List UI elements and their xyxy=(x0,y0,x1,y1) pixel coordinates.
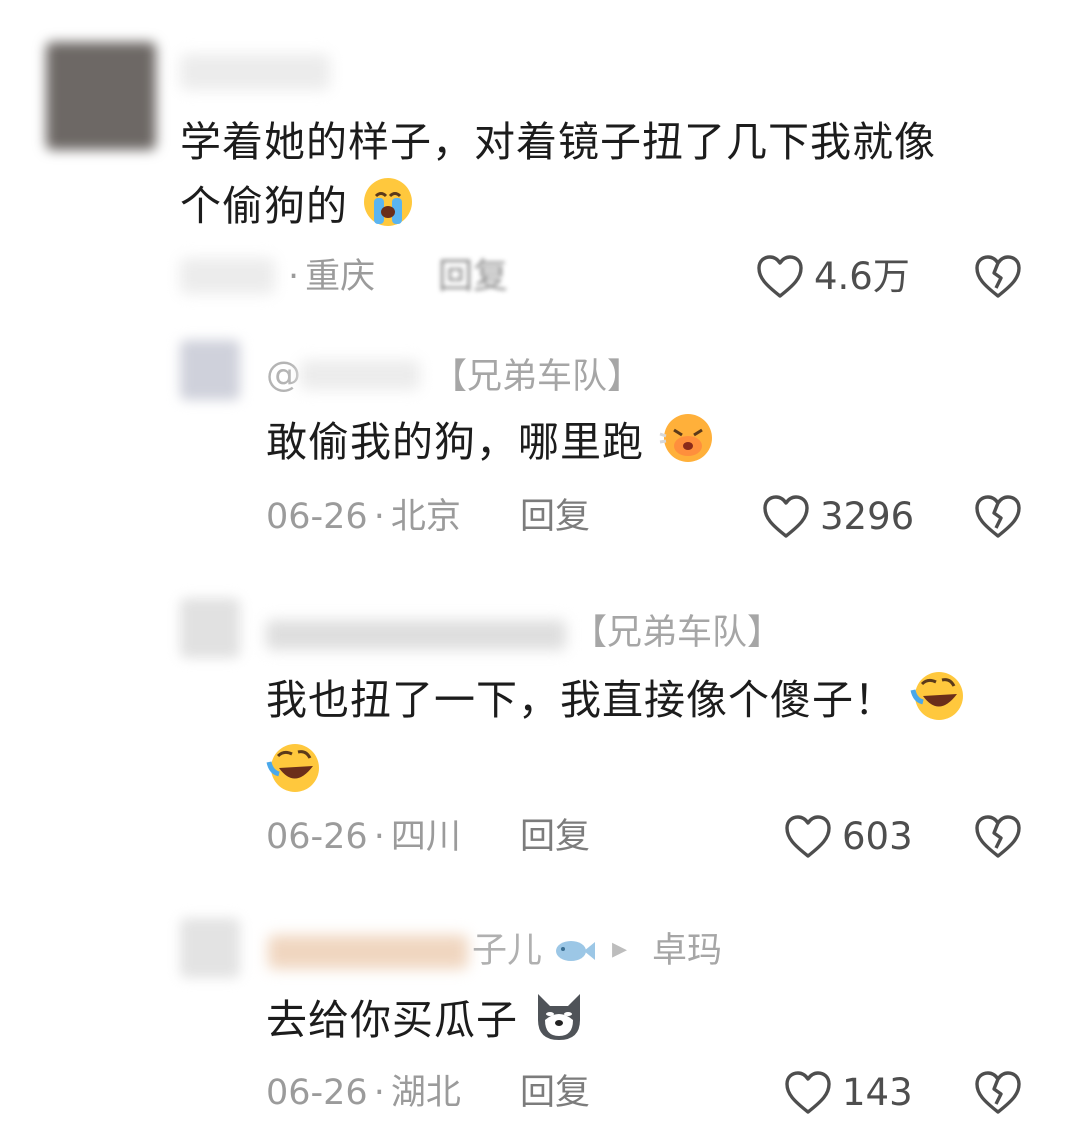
comment-text: 去给你买瓜子 xyxy=(266,988,1046,1060)
broken-heart-icon xyxy=(975,815,1021,858)
username-blurred[interactable] xyxy=(266,620,566,650)
username[interactable] xyxy=(180,54,330,90)
avatar[interactable] xyxy=(46,42,156,150)
dislike-button[interactable] xyxy=(974,814,1022,862)
reply-button[interactable]: 回复 xyxy=(520,492,590,542)
username-tag[interactable]: 【兄弟车队】 xyxy=(572,608,782,658)
date: 06-26 xyxy=(266,817,368,857)
like-button[interactable]: 4.6万 xyxy=(756,252,910,302)
username-blurred[interactable] xyxy=(268,935,468,969)
heart-icon xyxy=(762,494,810,540)
heart-icon xyxy=(784,1070,832,1116)
like-count: 603 xyxy=(842,815,913,858)
comment-meta: · 重庆 xyxy=(288,257,376,297)
heart-icon xyxy=(756,254,804,300)
comment-meta: 06-26 · 湖北 xyxy=(266,1073,461,1113)
date: 06-26 xyxy=(266,497,368,537)
rolling-laughing-face-icon xyxy=(266,742,324,812)
username-suffix[interactable]: 子儿 xyxy=(472,926,597,980)
fish-icon xyxy=(553,930,597,980)
broken-heart-icon xyxy=(975,495,1021,538)
comment-meta: 06-26 · 北京 xyxy=(266,497,461,537)
avatar[interactable] xyxy=(180,340,240,400)
angry-kiss-face-icon xyxy=(658,412,716,482)
avatar[interactable] xyxy=(180,598,240,658)
reply-to-username[interactable]: 卓玛 xyxy=(652,926,722,976)
dislike-button[interactable] xyxy=(974,494,1022,542)
reply-arrow-icon: ▸ xyxy=(612,931,628,966)
like-button[interactable]: 143 xyxy=(784,1068,913,1118)
like-count: 4.6万 xyxy=(814,255,910,298)
comment-text: 我也扭了一下，我直接像个傻子！ xyxy=(266,668,1056,812)
reply-button[interactable]: 回复 xyxy=(520,812,590,862)
reply-button[interactable]: 回复 xyxy=(520,1068,590,1118)
avatar[interactable] xyxy=(180,918,240,978)
broken-heart-icon xyxy=(975,255,1021,298)
username-tag[interactable]: 【兄弟车队】 xyxy=(432,352,642,402)
heart-icon xyxy=(784,814,832,860)
like-button[interactable]: 3296 xyxy=(762,492,914,542)
location: 湖北 xyxy=(390,1073,461,1113)
like-button[interactable]: 603 xyxy=(784,812,913,862)
husky-dog-face-icon xyxy=(532,990,586,1060)
dislike-button[interactable] xyxy=(974,1070,1022,1118)
date-blurred xyxy=(180,258,275,294)
loudly-crying-face-icon xyxy=(362,176,414,246)
dislike-button[interactable] xyxy=(974,254,1022,302)
comment-text: 敢偷我的狗，哪里跑 xyxy=(266,410,1046,482)
comment-text: 学着她的样子，对着镜子扭了几下我就像 个偷狗的 xyxy=(180,110,1040,246)
location: 北京 xyxy=(390,497,461,537)
username-at[interactable]: @ xyxy=(266,350,301,400)
username-blurred[interactable] xyxy=(300,360,420,390)
rolling-laughing-face-icon xyxy=(910,670,968,740)
like-count: 143 xyxy=(842,1071,913,1114)
broken-heart-icon xyxy=(975,1071,1021,1114)
reply-button[interactable]: 回复 xyxy=(438,252,508,302)
comment-meta: 06-26 · 四川 xyxy=(266,817,461,857)
location: 四川 xyxy=(390,817,461,857)
like-count: 3296 xyxy=(820,495,915,538)
date: 06-26 xyxy=(266,1073,368,1113)
location: 重庆 xyxy=(305,257,376,297)
